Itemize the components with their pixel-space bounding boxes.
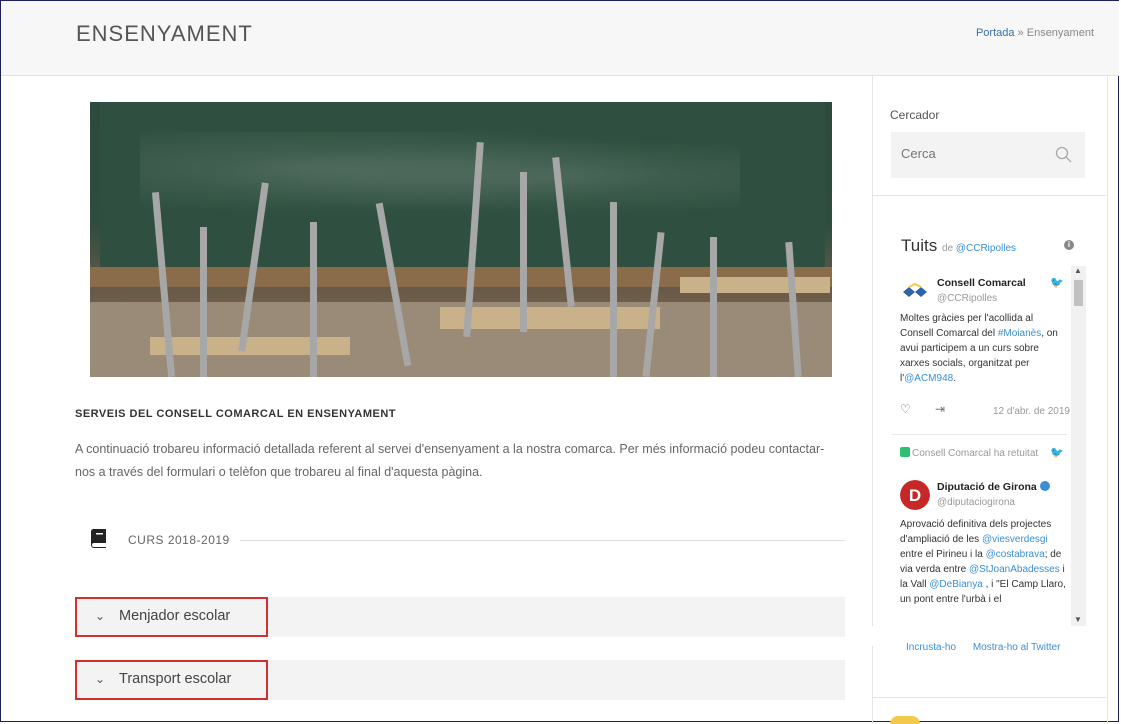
twitter-title-text: Tuits: [901, 236, 938, 255]
tweets-scrollbar[interactable]: ▲ ▼: [1071, 266, 1086, 626]
sidebar-divider: [872, 697, 1106, 698]
book-icon: [90, 529, 106, 548]
consell-comarcal-avatar[interactable]: [900, 276, 930, 306]
chair-leg-graphic: [310, 222, 317, 377]
search-icon[interactable]: [1055, 146, 1073, 164]
course-label: CURS 2018-2019: [128, 533, 230, 547]
search-input[interactable]: [899, 145, 1053, 162]
breadcrumb-current: Ensenyament: [1026, 27, 1094, 39]
retweet-note: Consell Comarcal ha retuitat 🐦: [900, 446, 1070, 461]
svg-text:D: D: [909, 486, 921, 505]
twitter-bird-icon: 🐦: [1050, 277, 1064, 289]
accordion-label: Transport escolar: [119, 671, 232, 687]
tweet-text-2: Aprovació definitiva dels projectes d'am…: [900, 519, 1066, 605]
breadcrumb: Portada » Ensenyament: [976, 27, 1094, 39]
partial-widget-icon: [890, 716, 920, 724]
hashtag-link[interactable]: #Moianès: [998, 328, 1041, 339]
view-on-twitter-link[interactable]: Mostra-ho al Twitter: [973, 642, 1061, 653]
mention-link[interactable]: @ACM948: [904, 373, 953, 384]
chevron-down-icon: ⌄: [95, 609, 106, 623]
desk-graphic: [680, 277, 830, 293]
scroll-up-icon[interactable]: ▲: [1074, 266, 1082, 275]
scroll-down-icon[interactable]: ▼: [1074, 615, 1082, 624]
twitter-widget-title: Tuits de @CCRipolles: [901, 236, 1016, 256]
desk-graphic: [440, 307, 660, 329]
share-icon[interactable]: ⇥: [935, 402, 945, 417]
twitter-handle-link[interactable]: @CCRipolles: [956, 243, 1016, 254]
scroll-thumb[interactable]: [1074, 280, 1083, 306]
accordion-menjador-escolar[interactable]: ⌄ Menjador escolar: [75, 597, 845, 637]
info-icon[interactable]: i: [1064, 240, 1074, 250]
page-title: ENSENYAMENT: [76, 21, 253, 46]
desk-graphic: [150, 337, 350, 355]
mention-link[interactable]: @costabrava: [986, 549, 1045, 560]
chair-leg-graphic: [520, 172, 527, 332]
course-divider: CURS 2018-2019: [90, 528, 845, 552]
sidebar-divider: [872, 195, 1106, 196]
chair-leg-graphic: [610, 202, 617, 377]
search-widget-title: Cercador: [890, 108, 940, 122]
tweet-author-name[interactable]: Diputació de Girona: [937, 480, 1050, 495]
breadcrumb-home-link[interactable]: Portada: [976, 27, 1015, 39]
chevron-down-icon: ⌄: [95, 672, 106, 686]
accordion-transport-escolar[interactable]: ⌄ Transport escolar: [75, 660, 845, 700]
tweet-divider: [892, 434, 1067, 435]
embed-link[interactable]: Incrusta-ho: [906, 642, 956, 653]
mention-link[interactable]: @DeBianya: [929, 579, 983, 590]
hero-image-classroom: [90, 102, 832, 377]
mention-link[interactable]: @StJoanAbadesses: [969, 564, 1060, 575]
breadcrumb-separator: »: [1017, 27, 1024, 39]
section-heading: SERVEIS DEL CONSELL COMARCAL EN ENSENYAM…: [75, 408, 396, 420]
intro-paragraph: A continuació trobareu informació detall…: [75, 442, 825, 479]
diputacio-girona-avatar[interactable]: D: [900, 480, 930, 510]
mention-link[interactable]: @viesverdesgi: [982, 534, 1048, 545]
tweet-author-handle[interactable]: @CCRipolles: [937, 291, 997, 306]
verified-badge-icon: [1039, 481, 1050, 491]
heart-icon[interactable]: ♡: [900, 402, 911, 417]
page-header: ENSENYAMENT Portada » Ensenyament: [1, 1, 1119, 76]
twitter-bird-icon: 🐦: [1050, 447, 1064, 459]
tweet-author-name[interactable]: Consell Comarcal: [937, 276, 1026, 291]
divider-line: [240, 540, 845, 541]
twitter-by-text: de: [941, 243, 954, 254]
tweet-text-1: Moltes gràcies per l'acollida al Consell…: [900, 313, 1058, 384]
tweet-author-handle[interactable]: @diputaciogirona: [937, 495, 1015, 510]
twitter-footer: Incrusta-ho Mostra-ho al Twitter: [906, 642, 1060, 653]
retweet-text: Consell Comarcal ha retuitat: [912, 448, 1039, 459]
chair-leg-graphic: [710, 237, 717, 377]
retweet-icon: [900, 447, 910, 457]
tweet-date[interactable]: 12 d'abr. de 2019: [993, 404, 1070, 419]
accordion-label: Menjador escolar: [119, 608, 231, 624]
chair-leg-graphic: [200, 227, 207, 377]
search-box: [891, 132, 1085, 178]
